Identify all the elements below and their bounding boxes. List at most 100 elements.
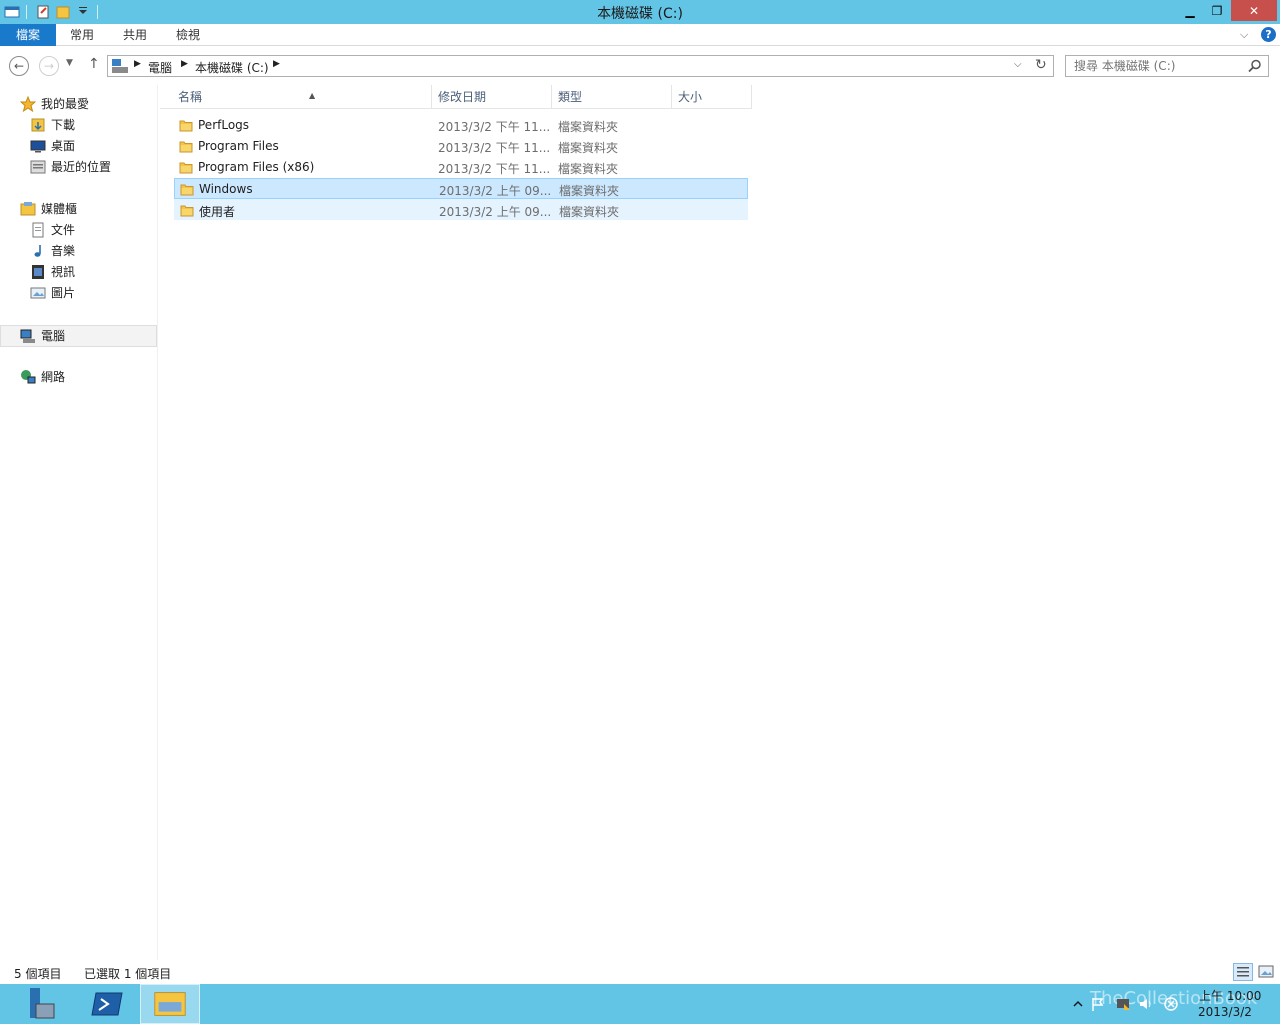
file-name[interactable]: Program Files (x86) [198, 160, 314, 174]
minimize-button[interactable]: ▁ [1177, 0, 1203, 21]
file-modified: 2013/3/2 上午 09... [439, 205, 552, 219]
restore-button[interactable]: ❐ [1204, 0, 1230, 21]
forward-button[interactable]: → [39, 56, 59, 76]
refresh-icon[interactable]: ↻ [1035, 57, 1047, 73]
nav-favorites-label: 我的最愛 [41, 97, 90, 111]
file-name[interactable]: Program Files [198, 139, 279, 153]
nav-item-videos[interactable]: 視訊 [0, 262, 157, 282]
folder-icon [180, 184, 194, 196]
taskbar: TheCollectionBook 上午 10:00 2013/3/2 [0, 984, 1280, 1024]
column-header-type[interactable]: 類型 [552, 85, 672, 109]
nav-computer[interactable]: 電腦 [0, 326, 157, 346]
breadcrumb-arrow-icon[interactable]: ▶ [134, 59, 141, 69]
nav-item-desktop[interactable]: 桌面 [0, 136, 157, 156]
up-button[interactable]: ↑ [88, 56, 100, 72]
sort-ascending-icon: ▲ [309, 91, 316, 100]
address-dropdown-icon[interactable]: ⌵ [1014, 59, 1022, 70]
file-modified: 2013/3/2 下午 11... [438, 141, 551, 155]
file-row[interactable]: 使用者 2013/3/2 上午 09... 檔案資料夾 [174, 199, 748, 220]
computer-icon [112, 59, 128, 73]
search-icon[interactable] [1248, 59, 1262, 73]
breadcrumb-computer[interactable]: 電腦 [148, 59, 172, 76]
taskbar-powershell[interactable] [80, 984, 136, 1024]
nav-item-label: 桌面 [51, 139, 76, 153]
file-type: 檔案資料夾 [558, 120, 619, 134]
expand-ribbon-chevron-icon[interactable]: ⌵ [1240, 28, 1248, 42]
minimize-icon: ▁ [1185, 3, 1195, 18]
column-name-label: 名稱 [178, 90, 203, 104]
taskbar-file-explorer[interactable] [140, 984, 200, 1024]
tab-home[interactable]: 常用 [62, 24, 102, 46]
nav-network[interactable]: 網路 [0, 367, 157, 387]
file-type: 檔案資料夾 [558, 141, 619, 155]
breadcrumb-arrow-icon[interactable]: ▶ [181, 59, 188, 69]
file-name[interactable]: Windows [199, 182, 253, 196]
clock-time[interactable]: 上午 10:00 [1199, 987, 1261, 1004]
nav-item-recent-places[interactable]: 最近的位置 [0, 157, 157, 177]
tab-file[interactable]: 檔案 [0, 24, 56, 46]
folder-icon [180, 205, 194, 217]
window-title: 本機磁碟 (C:) [597, 6, 683, 22]
nav-libraries[interactable]: 媒體櫃 [0, 199, 157, 219]
back-button[interactable]: ← [9, 56, 29, 76]
nav-libraries-label: 媒體櫃 [41, 202, 78, 216]
file-row[interactable]: PerfLogs 2013/3/2 下午 11... 檔案資料夾 [174, 115, 748, 136]
file-row[interactable]: Program Files 2013/3/2 下午 11... 檔案資料夾 [174, 136, 748, 157]
clock-date[interactable]: 2013/3/2 [1198, 1005, 1252, 1019]
tab-share[interactable]: 共用 [115, 24, 155, 46]
selection-count: 已選取 1 個項目 [84, 967, 172, 981]
network-icon [21, 370, 36, 384]
nav-item-label: 視訊 [51, 265, 76, 279]
tab-view[interactable]: 檢視 [168, 24, 208, 46]
file-modified: 2013/3/2 下午 11... [438, 162, 551, 176]
computer-icon [20, 329, 35, 343]
forward-arrow-icon: → [43, 59, 55, 73]
volume-icon[interactable] [1138, 996, 1154, 1012]
folder-icon [179, 141, 193, 153]
nav-favorites[interactable]: 我的最愛 [0, 94, 157, 114]
file-name[interactable]: 使用者 [199, 203, 235, 220]
file-row[interactable]: Windows 2013/3/2 上午 09... 檔案資料夾 [174, 178, 748, 199]
file-modified: 2013/3/2 下午 11... [438, 120, 551, 134]
navigation-bar: ← → ▼ ↑ ▶ 電腦 ▶ 本機磁碟 (C:) ▶ ⌵ ↻ [0, 47, 1280, 83]
nav-item-music[interactable]: 音樂 [0, 241, 157, 261]
large-icons-view-button[interactable] [1257, 963, 1275, 981]
help-icon[interactable]: ? [1261, 27, 1276, 42]
nav-network-label: 網路 [41, 370, 66, 384]
nav-item-downloads[interactable]: 下載 [0, 115, 157, 135]
nav-item-label: 圖片 [51, 286, 76, 300]
details-view-button[interactable] [1233, 963, 1253, 981]
column-header-modified[interactable]: 修改日期 [432, 85, 552, 109]
file-explorer-icon [154, 992, 186, 1016]
show-hidden-icons-icon[interactable] [1070, 996, 1086, 1012]
address-bar[interactable]: ▶ 電腦 ▶ 本機磁碟 (C:) ▶ ⌵ ↻ [107, 55, 1054, 77]
column-header-name[interactable]: 名稱 ▲ [172, 85, 432, 109]
search-input[interactable] [1074, 58, 1244, 74]
nav-item-documents[interactable]: 文件 [0, 220, 157, 240]
close-icon: ✕ [1248, 3, 1260, 18]
breadcrumb-drive[interactable]: 本機磁碟 (C:) [195, 59, 269, 76]
close-button[interactable]: ✕ [1231, 0, 1277, 21]
nav-item-label: 音樂 [51, 244, 76, 258]
column-headers: 名稱 ▲ 修改日期 類型 大小 [160, 85, 752, 109]
back-arrow-icon: ← [13, 59, 25, 73]
network-tray-icon[interactable] [1115, 996, 1131, 1012]
file-row[interactable]: Program Files (x86) 2013/3/2 下午 11... 檔案資料… [174, 157, 748, 178]
action-center-flag-icon[interactable] [1090, 996, 1106, 1012]
music-icon [34, 245, 41, 257]
up-arrow-icon: ↑ [88, 56, 100, 72]
breadcrumb-arrow-icon[interactable]: ▶ [273, 59, 280, 69]
file-type: 檔案資料夾 [559, 205, 620, 219]
documents-icon [32, 222, 44, 238]
folder-icon [179, 120, 193, 132]
nav-item-pictures[interactable]: 圖片 [0, 283, 157, 303]
search-box[interactable] [1065, 55, 1269, 77]
taskbar-server-manager[interactable] [14, 984, 70, 1024]
ime-icon[interactable] [1163, 996, 1179, 1012]
server-manager-icon [30, 988, 55, 1019]
videos-icon [32, 265, 44, 279]
ribbon-tabs: 檔案 常用 共用 檢視 ⌵ ? [0, 24, 1280, 46]
file-name[interactable]: PerfLogs [198, 118, 249, 132]
column-header-size[interactable]: 大小 [672, 85, 752, 109]
recent-locations-dropdown[interactable]: ▼ [66, 58, 73, 68]
